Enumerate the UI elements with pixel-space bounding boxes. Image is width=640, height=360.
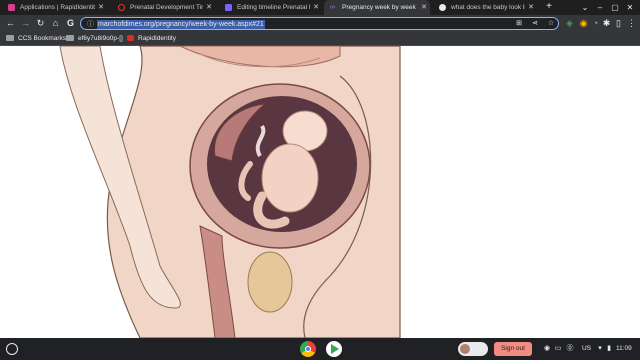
maximize-button[interactable]: ▢ bbox=[608, 0, 622, 15]
tab-title: Prenatal Development Timeline bbox=[130, 4, 203, 11]
folder-icon bbox=[6, 35, 14, 41]
address-bar[interactable]: ⓘ marchofdimes.org/pregnancy/week-by-wee… bbox=[80, 17, 559, 30]
user-avatar-pill[interactable] bbox=[458, 342, 488, 356]
tab-applications[interactable]: Applications | RapidIdentity ✕ bbox=[2, 0, 107, 15]
folder-icon bbox=[66, 35, 74, 41]
close-tab-icon[interactable]: ✕ bbox=[313, 0, 319, 15]
side-panel-icon[interactable]: ▯ bbox=[612, 17, 625, 30]
sign-out-button[interactable]: Sign out bbox=[494, 342, 532, 356]
minimize-button[interactable]: – bbox=[593, 0, 607, 15]
close-tab-icon[interactable]: ✕ bbox=[421, 0, 427, 15]
bookmark-rapididentity[interactable]: RapidIdentity bbox=[127, 32, 176, 46]
close-tab-icon[interactable]: ✕ bbox=[98, 0, 104, 15]
tab-google-search[interactable]: what does the baby look like ✕ bbox=[433, 0, 537, 15]
chrome-menu-icon[interactable]: ⋮ bbox=[625, 17, 638, 30]
tray-icon-3[interactable]: ⓪ bbox=[565, 343, 575, 355]
rapididentity-favicon-icon bbox=[8, 4, 15, 11]
editor-favicon-icon bbox=[225, 4, 232, 11]
launcher-button[interactable] bbox=[6, 343, 18, 355]
url-text[interactable]: marchofdimes.org/pregnancy/week-by-week.… bbox=[97, 19, 265, 29]
bookmark-ef6y-folder[interactable]: ef6y7u8i9o0p-[] bbox=[66, 32, 123, 46]
clock[interactable]: 11:09 bbox=[616, 343, 632, 355]
reload-button[interactable]: ↻ bbox=[34, 17, 47, 30]
site-info-icon[interactable]: ⓘ bbox=[87, 19, 94, 29]
back-button[interactable]: ← bbox=[4, 17, 17, 30]
bookmark-label: RapidIdentity bbox=[138, 35, 176, 42]
battery-icon[interactable]: ▮ bbox=[604, 343, 614, 355]
share-icon[interactable]: ⋖ bbox=[530, 18, 540, 29]
tray-icon-1[interactable]: ◉ bbox=[542, 343, 552, 355]
google-favicon-icon bbox=[439, 4, 446, 11]
rapididentity-icon bbox=[127, 35, 134, 41]
screen-capture-icon[interactable]: ▭ bbox=[553, 343, 563, 355]
bookmark-ccs-folder[interactable]: CCS Bookmarks bbox=[6, 32, 66, 46]
tab-title: what does the baby look like bbox=[451, 4, 525, 11]
bookmarks-bar: CCS Bookmarks ef6y7u8i9o0p-[] RapidIdent… bbox=[0, 32, 640, 46]
play-store-app-icon[interactable] bbox=[326, 341, 342, 357]
install-app-icon[interactable]: ⊞ bbox=[514, 18, 524, 29]
tab-title: Pregnancy week by week bbox=[342, 4, 416, 11]
new-tab-button[interactable]: + bbox=[543, 0, 555, 15]
forward-button[interactable]: → bbox=[19, 17, 32, 30]
tab-search-icon[interactable]: ⌄ bbox=[578, 0, 592, 15]
tab-prenatal-timeline[interactable]: Prenatal Development Timeline ✕ bbox=[112, 0, 215, 15]
system-shelf: Sign out ◉ ▭ ⓪ US ▾ ▮ 11:09 bbox=[0, 338, 640, 360]
tab-pregnancy-week[interactable]: ∞ Pregnancy week by week ✕ bbox=[324, 0, 430, 15]
tab-editing-timeline[interactable]: Editing timeline Prenatal Development ✕ bbox=[219, 0, 322, 15]
google-g-icon[interactable]: G bbox=[64, 17, 77, 30]
extension-1-icon[interactable]: ◈ bbox=[563, 17, 576, 30]
page-content bbox=[0, 46, 640, 338]
avatar bbox=[460, 344, 470, 354]
home-button[interactable]: ⌂ bbox=[49, 17, 62, 30]
close-window-button[interactable]: ✕ bbox=[623, 0, 637, 15]
tab-title: Applications | RapidIdentity bbox=[20, 4, 95, 11]
bookmark-label: CCS Bookmarks bbox=[18, 35, 67, 42]
bookmark-label: ef6y7u8i9o0p-[] bbox=[78, 35, 123, 42]
timeline-favicon-icon bbox=[118, 4, 125, 11]
bookmark-star-icon[interactable]: ☆ bbox=[546, 18, 556, 29]
chrome-app-icon[interactable] bbox=[300, 341, 316, 357]
tab-title: Editing timeline Prenatal Development bbox=[237, 4, 310, 11]
close-tab-icon[interactable]: ✕ bbox=[206, 0, 212, 15]
march-of-dimes-favicon-icon: ∞ bbox=[330, 4, 335, 11]
fetal-development-illustration bbox=[59, 46, 401, 338]
tab-strip: Applications | RapidIdentity ✕ Prenatal … bbox=[0, 0, 640, 15]
locale-indicator[interactable]: US bbox=[582, 343, 591, 355]
close-tab-icon[interactable]: ✕ bbox=[528, 0, 534, 15]
